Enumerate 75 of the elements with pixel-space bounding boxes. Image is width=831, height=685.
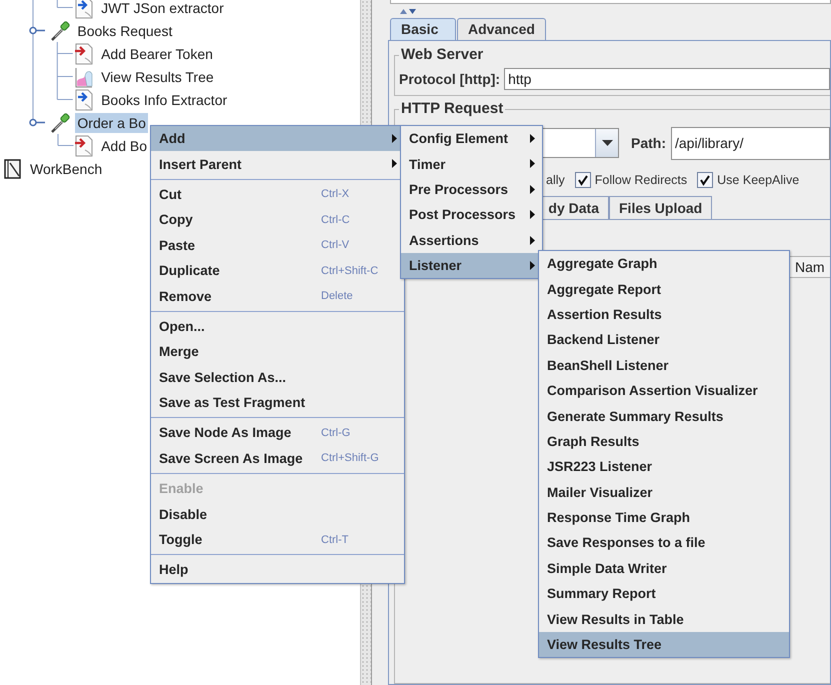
menu-item[interactable]: Disable <box>151 501 404 527</box>
menu-item[interactable]: Generate Summary Results <box>539 403 789 429</box>
tree-item[interactable]: JWT JSon extractor <box>99 0 226 18</box>
tree-item[interactable]: WorkBench <box>28 158 104 178</box>
checkbox-label: Follow Redirects <box>594 173 688 187</box>
menu-item[interactable]: Cut Ctrl-X <box>151 182 404 208</box>
tree-item[interactable]: Books Request <box>75 20 174 40</box>
tree-item[interactable]: Books Info Extractor <box>99 90 230 110</box>
menu-item[interactable]: Duplicate Ctrl+Shift-C <box>151 258 404 284</box>
menu-item[interactable]: Remove Delete <box>151 283 404 309</box>
shortcut-label: Ctrl+Shift-C <box>321 264 378 277</box>
menu-item[interactable]: BeanShell Listener <box>539 352 789 378</box>
menu-item[interactable]: Save Selection As... <box>151 364 404 390</box>
shortcut-label: Ctrl-T <box>321 534 348 546</box>
dropper-icon <box>52 112 70 132</box>
field-label: Path: <box>631 135 666 151</box>
menu-item[interactable]: Graph Results <box>539 428 789 454</box>
group-title: HTTP Request <box>399 100 506 118</box>
tree-item[interactable]: Add Bo <box>99 136 150 156</box>
menu-item[interactable]: View Results in Table <box>539 606 789 632</box>
menu-item[interactable]: Summary Report <box>539 581 789 606</box>
menu-item[interactable]: Merge <box>151 339 404 365</box>
menu-item[interactable]: Simple Data Writer <box>539 556 789 582</box>
notebook-icon <box>4 158 21 178</box>
column-header[interactable]: Nam <box>788 256 830 278</box>
menu-item[interactable]: Assertions <box>401 228 542 253</box>
protocol-field[interactable]: http <box>504 68 830 90</box>
expand-handle[interactable] <box>30 118 46 126</box>
menu-item[interactable]: Assertion Results <box>539 302 789 328</box>
menu-item[interactable]: Save Node As Image Ctrl-G <box>151 420 404 446</box>
tree-item[interactable]: View Results Tree <box>99 66 216 86</box>
menu-item[interactable]: Insert Parent <box>151 151 404 177</box>
shortcut-label: Ctrl+Shift-G <box>321 452 379 464</box>
tree-connector <box>56 134 74 146</box>
checkbox-box[interactable] <box>697 172 714 188</box>
tab[interactable]: Basic <box>390 18 456 40</box>
checkbox-box[interactable] <box>574 172 591 188</box>
shortcut-label: Ctrl-G <box>321 426 350 439</box>
checkbox-label: ally <box>546 173 565 187</box>
field-label: Protocol [http]: <box>399 71 500 87</box>
menu-item[interactable]: Copy Ctrl-C <box>151 207 404 233</box>
checkbox-label: Use KeepAlive <box>717 173 800 187</box>
menu-item[interactable]: JSR223 Listener <box>539 454 789 480</box>
shortcut-label: Delete <box>321 290 353 302</box>
menu-item[interactable]: View Results Tree <box>539 632 789 658</box>
collapse-arrows-icon[interactable] <box>400 8 416 14</box>
menu-item[interactable]: Toggle Ctrl-T <box>151 526 404 552</box>
menu-item[interactable]: Paste Ctrl-V <box>151 232 404 258</box>
tab[interactable]: Files Upload <box>609 196 712 219</box>
tree-item[interactable]: Order a Bo <box>75 112 148 132</box>
menu-item[interactable]: Backend Listener <box>539 327 789 353</box>
tab[interactable]: Advanced <box>457 18 546 40</box>
shortcut-label: Ctrl-C <box>321 214 350 226</box>
menu-item[interactable]: Help <box>151 557 404 583</box>
tree-connector <box>32 65 74 88</box>
menu-item[interactable]: Open... <box>151 314 404 340</box>
menu-item[interactable]: Response Time Graph <box>539 504 789 530</box>
menu-item[interactable]: Aggregate Graph <box>539 251 789 276</box>
menu-item[interactable]: Config Element <box>401 126 542 152</box>
shortcut-label: Ctrl-V <box>321 239 350 252</box>
menu-item[interactable]: Save Responses to a file <box>539 530 789 556</box>
path-field[interactable]: /api/library/ <box>671 126 830 160</box>
menu-item[interactable]: Timer <box>401 151 542 177</box>
menu-item[interactable]: Mailer Visualizer <box>539 480 789 505</box>
dropdown-arrow-icon <box>602 140 612 146</box>
menu-item[interactable]: Save as Test Fragment <box>151 390 404 416</box>
menu-item[interactable]: Aggregate Report <box>539 276 789 302</box>
shortcut-label: Ctrl-X <box>321 188 350 200</box>
text-field[interactable] <box>390 0 831 4</box>
menu-item[interactable]: Comparison Assertion Visualizer <box>539 378 789 404</box>
expand-handle[interactable] <box>30 26 46 34</box>
chart-document-icon <box>76 67 93 87</box>
tree-item[interactable]: Add Bearer Token <box>99 44 215 64</box>
dropper-icon <box>52 20 70 40</box>
menu-item[interactable]: Save Screen As Image Ctrl+Shift-G <box>151 446 404 472</box>
